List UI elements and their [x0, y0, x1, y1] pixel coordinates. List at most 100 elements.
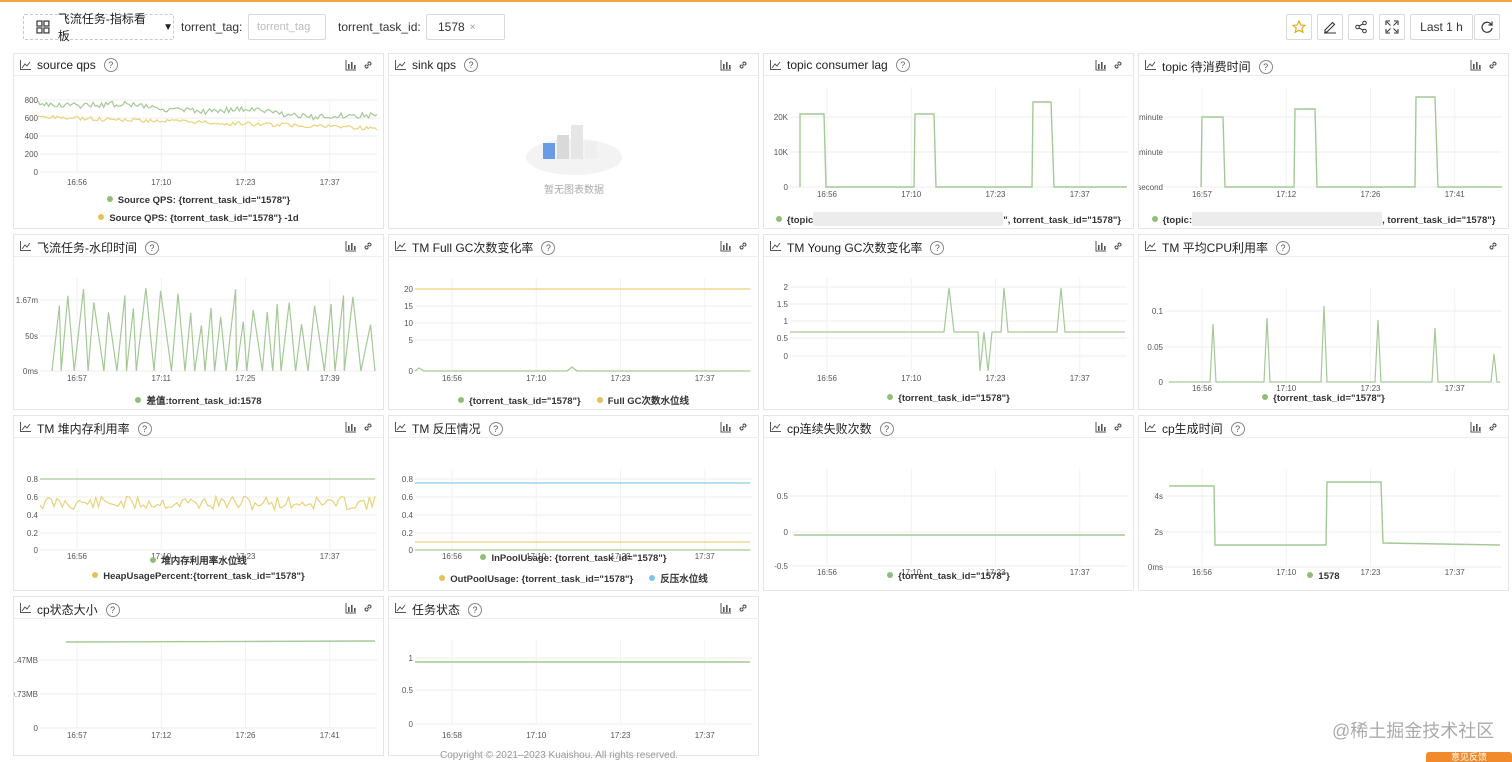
- share-button[interactable]: [1348, 14, 1374, 40]
- help-icon[interactable]: ?: [103, 58, 118, 72]
- panel-header: 飞流任务-水印时间?: [14, 235, 383, 257]
- help-icon[interactable]: ?: [541, 241, 556, 255]
- help-icon[interactable]: ?: [145, 241, 159, 255]
- legend-item[interactable]: {torrent_task_id="1578"}: [458, 396, 581, 407]
- bar-chart-icon[interactable]: [720, 240, 732, 252]
- dashboard-panel: cp状态大小? 381.47MB 190.73MB 0 16:57 17:12 17:26 1…: [13, 596, 384, 756]
- line-chart-icon: [20, 603, 31, 613]
- link-icon[interactable]: [1112, 240, 1124, 252]
- help-icon[interactable]: ?: [1258, 60, 1273, 74]
- panel-chart: 0.80.60.40.2016:56 17:10 17:23 17:37: [27, 469, 377, 561]
- fullscreen-button[interactable]: [1379, 14, 1405, 40]
- help-icon[interactable]: ?: [1276, 241, 1290, 255]
- y-tick-label: 0.05: [1147, 343, 1163, 352]
- y-tick-label: 0: [784, 352, 789, 361]
- y-tick-label: 0.2: [27, 529, 39, 538]
- legend-row: {torrent_task_id="1578"} Full GC次数水位线: [389, 393, 758, 407]
- bar-chart-icon[interactable]: [1095, 240, 1107, 252]
- legend-item[interactable]: {torrent_task_id="1578"}: [764, 571, 1133, 582]
- legend-item[interactable]: {torrent_task_id="1578"}: [764, 393, 1133, 404]
- y-tick-label: 190.73MB: [14, 690, 38, 699]
- panel-header: TM Full GC次数变化率?: [389, 235, 758, 257]
- link-icon[interactable]: [1487, 421, 1499, 433]
- lag-series-line: [799, 101, 1127, 188]
- task-id-select[interactable]: 1578 ×: [426, 14, 505, 40]
- dashboard-panel: source qps? 800 600 400 200 0 16:56 17:10 17:23 1…: [13, 53, 384, 229]
- help-icon[interactable]: ?: [895, 58, 910, 72]
- help-icon[interactable]: ?: [930, 241, 945, 255]
- legend-item[interactable]: OutPoolUsage: {torrent_task_id="1578"}: [439, 574, 633, 585]
- x-tick-label: 17:23: [235, 178, 256, 187]
- help-icon[interactable]: ?: [488, 422, 503, 436]
- link-icon[interactable]: [362, 240, 374, 252]
- y-tick-label: 0 second: [1139, 183, 1163, 192]
- legend-dot: [106, 196, 113, 202]
- link-icon[interactable]: [362, 59, 374, 71]
- link-icon[interactable]: [1487, 59, 1499, 71]
- legend-item[interactable]: 反压水位线: [649, 574, 708, 585]
- link-icon[interactable]: [362, 602, 374, 614]
- edit-button[interactable]: [1317, 14, 1343, 40]
- empty-chart-illustration: 暂无图表数据: [526, 125, 622, 196]
- link-icon[interactable]: [1487, 240, 1499, 252]
- y-tick-label: 381.47MB: [14, 656, 38, 665]
- legend-item[interactable]: {torrent_task_id="1578"}: [1139, 393, 1508, 404]
- remove-tag-icon[interactable]: ×: [470, 22, 476, 33]
- bar-chart-icon[interactable]: [345, 602, 357, 614]
- link-icon[interactable]: [1112, 421, 1124, 433]
- link-icon[interactable]: [737, 59, 749, 71]
- legend-item[interactable]: HeapUsagePercent:{torrent_task_id="1578"…: [14, 571, 383, 582]
- feedback-button[interactable]: 意见反馈: [1426, 752, 1512, 762]
- torrent-tag-input[interactable]: torrent_tag: [248, 14, 326, 40]
- refresh-button[interactable]: [1474, 14, 1500, 40]
- bar-chart-icon[interactable]: [1095, 59, 1107, 71]
- y-tick-label: 0.8: [27, 475, 39, 484]
- y-tick-label: 0.2: [402, 529, 414, 538]
- legend-item[interactable]: Source QPS: {torrent_task_id="1578"} -1d: [14, 213, 383, 224]
- panel-title: cp状态大小?: [37, 601, 120, 618]
- help-icon[interactable]: ?: [105, 603, 120, 617]
- legend-item[interactable]: Full GC次数水位线: [596, 396, 689, 407]
- young-gc-series-line: [790, 287, 1125, 372]
- link-icon[interactable]: [737, 240, 749, 252]
- link-icon[interactable]: [737, 421, 749, 433]
- panel-header: cp生成时间?: [1139, 416, 1508, 438]
- y-tick-label: 50s: [25, 332, 38, 341]
- link-icon[interactable]: [737, 602, 749, 614]
- y-tick-label: -0.5: [774, 562, 788, 571]
- bar-chart-icon[interactable]: [1470, 59, 1482, 71]
- y-tick-label: 0.5: [777, 334, 789, 343]
- help-icon[interactable]: ?: [468, 603, 483, 617]
- time-range-button[interactable]: Last 1 h: [1410, 14, 1473, 40]
- bar-chart-icon[interactable]: [1095, 421, 1107, 433]
- x-tick-label: 17:37: [320, 178, 341, 187]
- bar-chart-icon[interactable]: [345, 421, 357, 433]
- bar-chart-icon[interactable]: [720, 421, 732, 433]
- dashboard-picker[interactable]: 飞流任务-指标看板 ▼: [23, 12, 174, 43]
- help-icon[interactable]: ?: [879, 422, 894, 436]
- link-icon[interactable]: [1112, 59, 1124, 71]
- panel-title: topic 待消费时间?: [1162, 58, 1273, 75]
- bar-chart-icon[interactable]: [1470, 421, 1482, 433]
- star-button[interactable]: [1286, 14, 1312, 40]
- legend-item[interactable]: {topic ", torrent_task_id="1578"}: [764, 212, 1133, 226]
- link-icon[interactable]: [362, 421, 374, 433]
- legend-item[interactable]: {topic:, torrent_task_id="1578"}: [1139, 212, 1508, 226]
- bar-chart-icon[interactable]: [345, 59, 357, 71]
- legend-item[interactable]: 1578: [1139, 571, 1508, 582]
- help-icon[interactable]: ?: [464, 58, 479, 72]
- y-tick-label: 0: [409, 720, 414, 729]
- bar-chart-icon[interactable]: [720, 59, 732, 71]
- line-chart-icon: [770, 60, 781, 70]
- help-icon[interactable]: ?: [1230, 422, 1245, 436]
- no-data-text: 暂无图表数据: [544, 183, 604, 196]
- legend-item[interactable]: 差值:torrent_task_id:1578: [14, 393, 383, 407]
- bar-chart-icon[interactable]: [345, 240, 357, 252]
- legend-item[interactable]: 堆内存利用率水位线: [14, 553, 383, 567]
- bar-chart-icon[interactable]: [720, 602, 732, 614]
- panel-header: cp连续失败次数?: [764, 416, 1133, 438]
- legend-item[interactable]: Source QPS: {torrent_task_id="1578"}: [14, 195, 383, 206]
- legend-item[interactable]: InPoolUsage: {torrent_task_id="1578"}: [389, 553, 758, 564]
- panel-header: TM Young GC次数变化率?: [764, 235, 1133, 257]
- help-icon[interactable]: ?: [137, 422, 152, 436]
